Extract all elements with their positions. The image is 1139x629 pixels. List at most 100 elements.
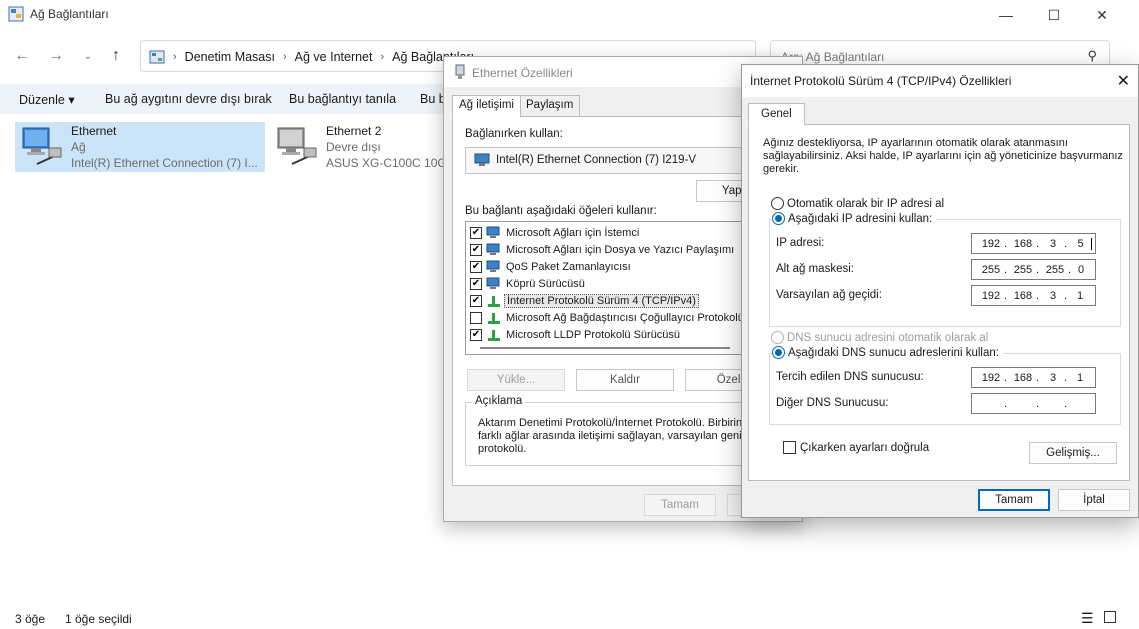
- close-button[interactable]: ✕: [1079, 0, 1125, 30]
- subnet-mask-field[interactable]: 255. 255. 255. 0: [971, 259, 1096, 280]
- list-item[interactable]: ✔ Microsoft LLDP Protokolü Sürücüsü: [470, 327, 682, 343]
- preferred-dns-field[interactable]: 192. 168. 3. 1: [971, 367, 1096, 388]
- tiles-view-button[interactable]: [1104, 611, 1116, 623]
- auto-ip-label: Otomatik olarak bir IP adresi al: [787, 197, 945, 210]
- ip-octet: 3: [1049, 290, 1057, 302]
- component-checkbox[interactable]: [470, 312, 482, 324]
- component-checkbox[interactable]: ✔: [470, 278, 482, 290]
- diagnose-connection-button[interactable]: Bu bağlantıyı tanıla: [289, 92, 396, 106]
- advanced-button[interactable]: Gelişmiş...: [1029, 442, 1117, 464]
- recent-locations-button[interactable]: ⌄: [76, 44, 100, 68]
- dialog-title-bar: İnternet Protokolü Sürüm 4 (TCP/IPv4) Öz…: [742, 65, 1138, 97]
- list-item[interactable]: ✔ QoS Paket Zamanlayıcısı: [470, 259, 633, 275]
- connection-device: Intel(R) Ethernet Connection (7) I...: [71, 156, 258, 170]
- back-button[interactable]: ←: [10, 44, 34, 68]
- ip-address-label: IP adresi:: [776, 237, 825, 249]
- components-label: Bu bağlantı aşağıdaki öğeleri kullanır:: [465, 205, 657, 217]
- ip-octet: 5: [1070, 238, 1092, 250]
- minimize-icon: —: [999, 7, 1013, 23]
- connection-device: ASUS XG-C100C 10G P: [326, 156, 459, 170]
- rename-connection-button[interactable]: Bu b: [420, 92, 446, 106]
- list-item[interactable]: ✔ İnternet Protokolü Sürüm 4 (TCP/IPv4): [470, 293, 699, 309]
- connection-status: Devre dışı: [326, 140, 381, 154]
- window-title: Ağ Bağlantıları: [30, 7, 109, 21]
- connection-status: Ağ: [71, 140, 86, 154]
- ip-octet: 0: [1077, 264, 1085, 276]
- radio-circle: [772, 346, 785, 359]
- default-gateway-label: Varsayılan ağ geçidi:: [776, 289, 882, 301]
- auto-dns-label: DNS sunucu adresini otomatik olarak al: [787, 331, 989, 344]
- network-service-icon: [486, 277, 500, 289]
- adapter-name: Intel(R) Ethernet Connection (7) I219-V: [496, 154, 697, 166]
- list-item[interactable]: ✔ Köprü Sürücüsü: [470, 276, 587, 292]
- validate-on-exit-checkbox[interactable]: Çıkarken ayarları doğrula: [783, 441, 929, 454]
- ok-button[interactable]: Tamam: [644, 494, 716, 516]
- network-connections-icon: [8, 6, 24, 22]
- connection-name: Ethernet: [71, 124, 117, 138]
- info-text: Ağınız destekliyorsa, IP ayarlarının oto…: [763, 137, 1123, 175]
- status-bar: 3 öğe 1 öğe seçildi ☰: [0, 608, 1139, 629]
- uninstall-button[interactable]: Kaldır: [576, 369, 674, 391]
- description-group: Açıklama Aktarım Denetimi Protokolü/İnte…: [465, 395, 765, 466]
- tab-general[interactable]: Genel: [748, 103, 805, 126]
- ip-octet: 168: [1013, 290, 1033, 302]
- ipv4-properties-dialog: İnternet Protokolü Sürüm 4 (TCP/IPv4) Öz…: [741, 64, 1139, 518]
- organize-menu-button[interactable]: Düzenle ▾: [19, 92, 75, 107]
- component-label: Microsoft Ağları için Dosya ve Yazıcı Pa…: [506, 244, 735, 256]
- forward-button[interactable]: →: [44, 44, 68, 68]
- details-view-button[interactable]: ☰: [1081, 610, 1094, 627]
- disable-device-button[interactable]: Bu ağ aygıtını devre dışı bırak: [105, 92, 272, 106]
- ip-octet: 3: [1049, 238, 1057, 250]
- preferred-dns-label: Tercih edilen DNS sunucusu:: [776, 371, 924, 383]
- radio-circle: [771, 331, 784, 344]
- network-card-icon: [474, 153, 490, 166]
- general-tab-panel: Ağınız destekliyorsa, IP ayarlarının oto…: [748, 124, 1130, 481]
- component-checkbox[interactable]: ✔: [470, 295, 482, 307]
- manual-dns-radio[interactable]: Aşağıdaki DNS sunucu adreslerini kullan:: [772, 346, 1003, 359]
- maximize-button[interactable]: ☐: [1031, 0, 1077, 30]
- subnet-mask-label: Alt ağ maskesi:: [776, 263, 854, 275]
- protocol-icon: [488, 313, 500, 324]
- component-checkbox[interactable]: ✔: [470, 227, 482, 239]
- title-bar: Ağ Bağlantıları — ☐ ✕: [0, 0, 1139, 30]
- manual-ip-radio[interactable]: Aşağıdaki IP adresini kullan:: [772, 212, 937, 225]
- ok-button[interactable]: Tamam: [978, 489, 1050, 511]
- ip-octet: 255: [981, 264, 1001, 276]
- component-checkbox[interactable]: ✔: [470, 244, 482, 256]
- ip-address-field[interactable]: 192. 168. 3. 5: [971, 233, 1096, 254]
- component-checkbox[interactable]: ✔: [470, 329, 482, 341]
- network-adapter-icon: [455, 64, 465, 79]
- default-gateway-field[interactable]: 192. 168. 3. 1: [971, 285, 1096, 306]
- alternate-dns-field[interactable]: ...: [971, 393, 1096, 414]
- component-label: QoS Paket Zamanlayıcısı: [506, 261, 631, 273]
- list-item[interactable]: ✔ Microsoft Ağları için İstemci: [470, 225, 641, 241]
- install-button[interactable]: Yükle...: [467, 369, 565, 391]
- validate-on-exit-label: Çıkarken ayarları doğrula: [800, 441, 930, 454]
- close-icon: ✕: [1096, 6, 1108, 23]
- breadcrumb-item-control-panel[interactable]: Denetim Masası: [185, 50, 275, 64]
- network-service-icon: [486, 260, 500, 272]
- tab-networking[interactable]: Ağ iletişimi: [452, 95, 521, 118]
- minimize-button[interactable]: —: [983, 0, 1029, 30]
- close-button[interactable]: ✕: [1117, 71, 1130, 91]
- tab-sharing[interactable]: Paylaşım: [519, 95, 581, 117]
- list-item[interactable]: Microsoft Ağ Bağdaştırıcısı Çoğullayıcı …: [470, 310, 746, 326]
- chevron-right-icon: ›: [173, 51, 177, 63]
- auto-dns-radio[interactable]: DNS sunucu adresini otomatik olarak al: [771, 331, 988, 344]
- breadcrumb-item-network-internet[interactable]: Ağ ve Internet: [295, 50, 373, 64]
- up-button[interactable]: ↑: [104, 44, 128, 68]
- horizontal-scrollbar[interactable]: [480, 347, 730, 349]
- alternate-dns-label: Diğer DNS Sunucusu:: [776, 397, 889, 409]
- ip-octet: 168: [1013, 372, 1033, 384]
- connection-item-ethernet-2[interactable]: Ethernet 2 Devre dışı ASUS XG-C100C 10G …: [270, 122, 458, 172]
- connection-item-ethernet[interactable]: Ethernet Ağ Intel(R) Ethernet Connection…: [15, 122, 265, 172]
- components-list[interactable]: ✔ Microsoft Ağları için İstemci ✔ Micros…: [465, 221, 765, 355]
- cancel-button[interactable]: İptal: [1058, 489, 1130, 511]
- list-item[interactable]: ✔ Microsoft Ağları için Dosya ve Yazıcı …: [470, 242, 736, 258]
- description-title: Açıklama: [472, 395, 526, 407]
- selected-count: 1 öğe seçildi: [65, 612, 132, 626]
- auto-ip-radio[interactable]: Otomatik olarak bir IP adresi al: [771, 197, 944, 210]
- component-checkbox[interactable]: ✔: [470, 261, 482, 273]
- breadcrumb: › Denetim Masası › Ağ ve Internet › Ağ B…: [149, 49, 474, 65]
- protocol-icon: [488, 330, 500, 341]
